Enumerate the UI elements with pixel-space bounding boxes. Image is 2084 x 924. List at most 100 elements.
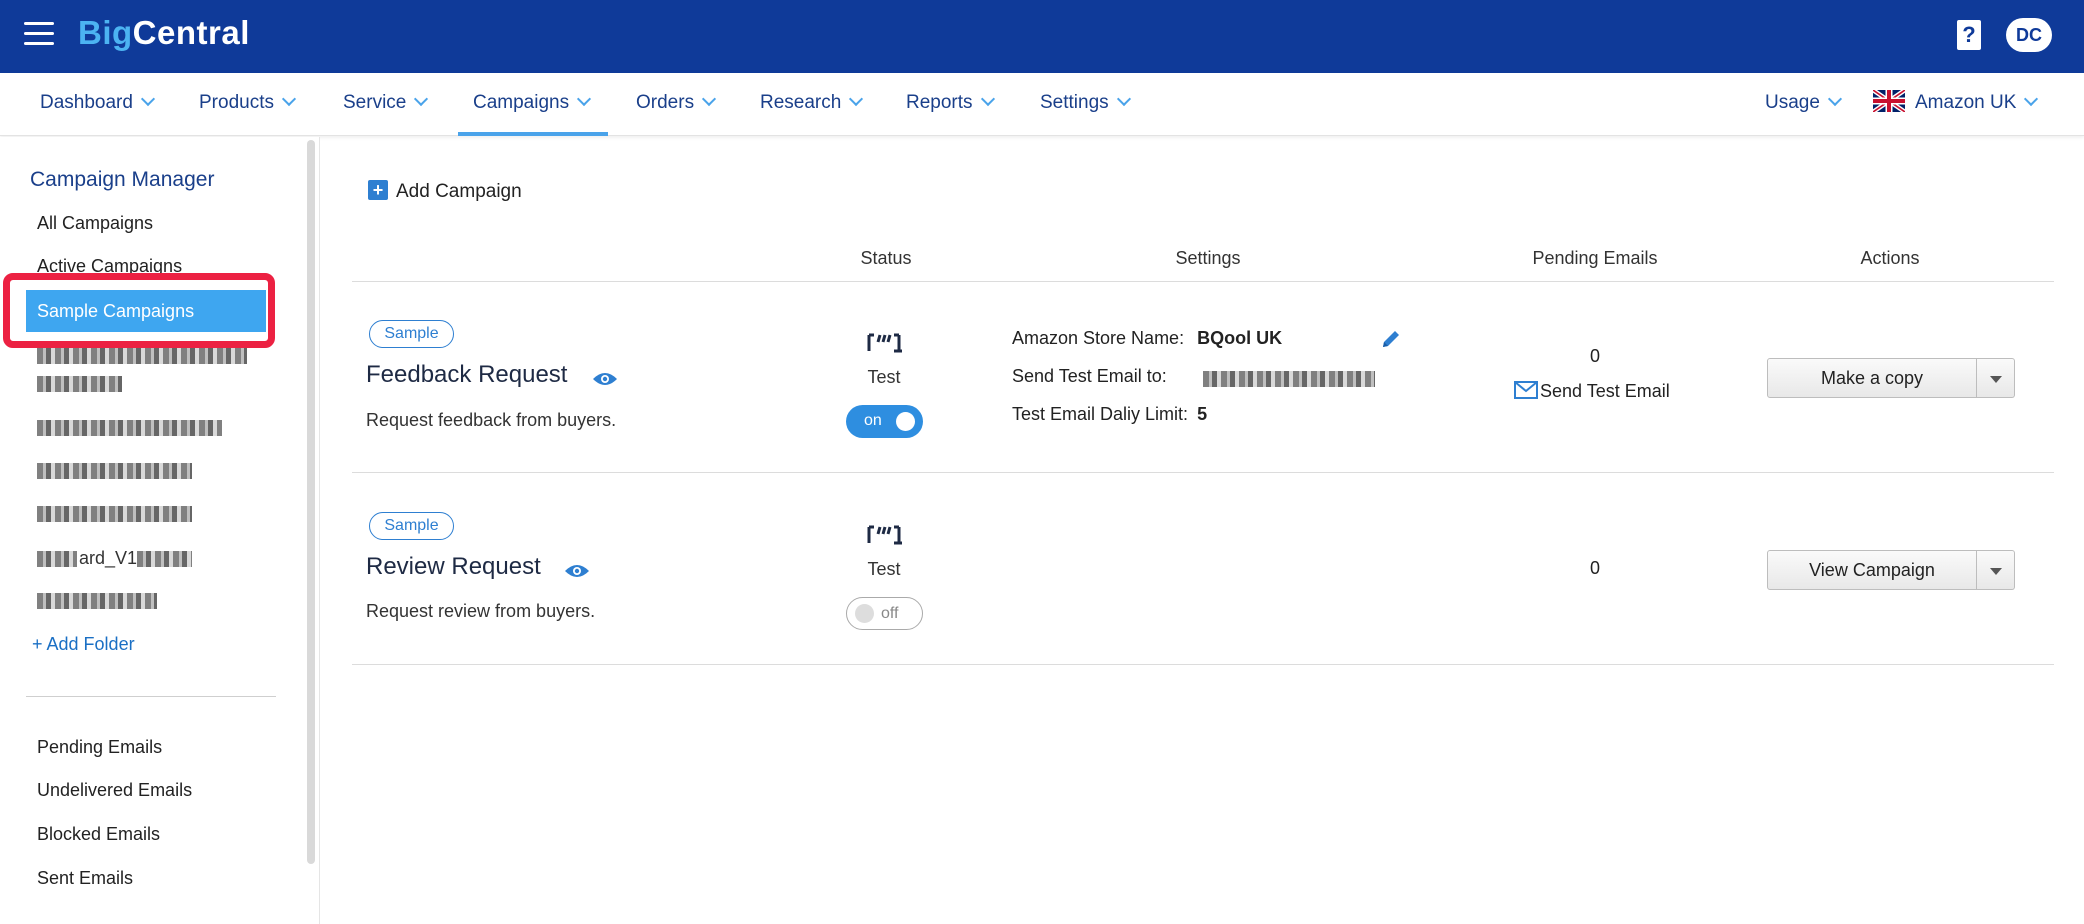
action-dropdown-caret-icon[interactable] [1977, 550, 2015, 590]
sidebar-item-sent-emails[interactable]: Sent Emails [37, 868, 133, 889]
column-header-actions: Actions [1860, 248, 1920, 268]
sidebar-item-pending-emails[interactable]: Pending Emails [37, 737, 162, 758]
nav-dashboard[interactable]: Dashboard [40, 73, 156, 136]
chevron-down-icon [1827, 91, 1842, 107]
folder-name-partial: ard_V1 [79, 548, 138, 568]
logo-part-big: Big [78, 14, 133, 51]
campaign-name[interactable]: Review Request [366, 553, 541, 581]
mail-icon [1514, 381, 1538, 400]
redacted-email [1203, 371, 1375, 387]
table-divider [352, 472, 2054, 473]
nav-settings[interactable]: Settings [1040, 73, 1131, 136]
chevron-down-icon [2024, 91, 2039, 107]
uk-flag-icon [1873, 89, 1905, 112]
help-icon[interactable]: ? [1957, 20, 1981, 50]
send-test-email-link[interactable]: Send Test Email [1514, 381, 1670, 402]
nav-reports[interactable]: Reports [906, 73, 995, 136]
nav-label: Settings [1040, 92, 1109, 113]
plus-icon: + [368, 179, 388, 200]
daily-limit-label: Test Email Daliy Limit: [1012, 404, 1189, 424]
test-email-label: Send Test Email to: [1012, 366, 1167, 386]
status-toggle-off[interactable]: off [846, 597, 923, 630]
redacted-text [137, 551, 192, 567]
column-header-settings: Settings [1175, 248, 1241, 268]
nav-products[interactable]: Products [199, 73, 297, 136]
sidebar-folder-item[interactable]: ard_V1 [37, 548, 197, 570]
main-nav: Dashboard Products Service Campaigns Ord… [0, 73, 2084, 136]
hamburger-menu-icon[interactable] [24, 22, 54, 46]
nav-label: Service [343, 92, 407, 113]
nav-service[interactable]: Service [343, 73, 429, 136]
sidebar-scrollbar[interactable] [307, 140, 315, 864]
nav-usage[interactable]: Usage [1765, 73, 1842, 136]
send-test-email-label: Send Test Email [1540, 381, 1670, 401]
toggle-knob [855, 604, 874, 623]
nav-label: Dashboard [40, 92, 133, 113]
redacted-folder-name[interactable] [37, 463, 192, 479]
nav-label: Research [760, 92, 842, 113]
add-campaign-label: Add Campaign [396, 181, 522, 202]
chevron-down-icon [702, 91, 717, 107]
toggle-label: on [864, 412, 882, 429]
chevron-down-icon [980, 91, 995, 107]
app-logo[interactable]: BigCentral [78, 14, 250, 52]
redacted-folder-name[interactable] [37, 506, 192, 522]
marketplace-label: Amazon UK [1915, 92, 2017, 113]
view-campaign-button[interactable]: View Campaign [1767, 550, 1977, 590]
column-header-pending-emails: Pending Emails [1532, 248, 1658, 268]
nav-research[interactable]: Research [760, 73, 864, 136]
chevron-down-icon [281, 91, 297, 107]
sample-tag: Sample [369, 320, 454, 348]
store-name-label: Amazon Store Name: [1012, 328, 1185, 348]
sidebar-item-sample-campaigns[interactable]: Sample Campaigns [26, 290, 266, 332]
action-dropdown-caret-icon[interactable] [1977, 358, 2015, 398]
sidebar-item-all-campaigns[interactable]: All Campaigns [37, 213, 153, 234]
redacted-folder-name[interactable] [37, 420, 222, 436]
pencil-edit-icon[interactable] [1380, 328, 1402, 350]
add-folder-button[interactable]: + Add Folder [32, 634, 135, 655]
redacted-folder-name[interactable] [37, 593, 157, 609]
marketplace-selector[interactable]: Amazon UK [1873, 73, 2039, 136]
eye-icon[interactable] [592, 371, 618, 387]
add-campaign-button[interactable]: + Add Campaign [368, 179, 522, 203]
chevron-down-icon [577, 91, 592, 107]
redacted-folder-name[interactable] [37, 348, 247, 364]
nav-orders[interactable]: Orders [636, 73, 717, 136]
nav-label: Orders [636, 92, 695, 113]
nav-label: Products [199, 92, 274, 113]
chevron-down-icon [1116, 91, 1131, 107]
chevron-down-icon [849, 91, 864, 107]
pending-count: 0 [1589, 346, 1600, 366]
sidebar-item-blocked-emails[interactable]: Blocked Emails [37, 824, 160, 845]
nav-label: Reports [906, 92, 973, 113]
status-test-label: Test [867, 367, 901, 387]
sample-tag: Sample [369, 512, 454, 540]
daily-limit-value: 5 [1197, 404, 1208, 424]
chevron-down-icon [414, 91, 429, 107]
sidebar-divider [26, 696, 276, 697]
nav-campaigns[interactable]: Campaigns [458, 73, 608, 136]
column-header-status: Status [860, 248, 912, 268]
daily-limit-setting: Test Email Daliy Limit: 5 [1012, 404, 1207, 425]
status-toggle-on[interactable]: on [846, 405, 923, 438]
eye-icon[interactable] [564, 563, 590, 579]
campaign-description: Request review from buyers. [366, 601, 596, 621]
campaign-description: Request feedback from buyers. [366, 410, 617, 430]
redacted-text [37, 551, 77, 567]
sidebar-item-active-campaigns[interactable]: Active Campaigns [37, 256, 182, 277]
avatar[interactable]: DC [2006, 18, 2052, 52]
chevron-down-icon [140, 91, 156, 107]
sidebar-item-undelivered-emails[interactable]: Undelivered Emails [37, 780, 192, 801]
redacted-folder-name[interactable] [37, 376, 122, 392]
make-a-copy-button[interactable]: Make a copy [1767, 358, 1977, 398]
store-name-value: BQool UK [1197, 328, 1283, 348]
campaign-name[interactable]: Feedback Request [366, 361, 567, 389]
toggle-knob [896, 412, 915, 431]
nav-label: Campaigns [473, 92, 570, 113]
table-divider [352, 664, 2054, 665]
toggle-label: off [881, 605, 899, 622]
test-email-setting: Send Test Email to: [1012, 366, 1167, 387]
top-bar: BigCentral ? DC [0, 0, 2084, 73]
test-beaker-icon [867, 333, 902, 353]
nav-label: Usage [1765, 92, 1820, 113]
